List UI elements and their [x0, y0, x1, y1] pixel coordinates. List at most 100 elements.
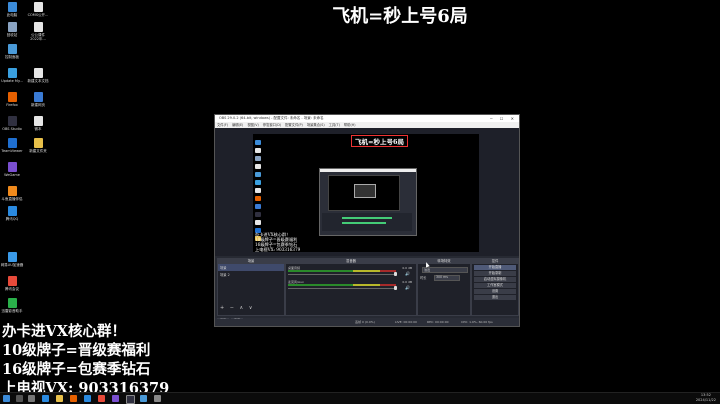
scene-toolbar[interactable]: + − ∧ ∨: [220, 305, 254, 311]
menu-item[interactable]: 文件(F): [217, 123, 228, 127]
app-icon[interactable]: [140, 395, 147, 402]
desktop-icon[interactable]: 腾讯QQ: [0, 206, 24, 221]
volume-slider[interactable]: [288, 274, 396, 275]
desktop-icon-label: TeamViewer: [1, 149, 23, 153]
status-dropped: 丢帧 0 (0.0%): [355, 320, 375, 324]
search-icon[interactable]: [16, 395, 23, 402]
desktop-icon-label: 斗鱼直播伴侣: [1, 197, 23, 201]
desktop-icon[interactable]: COMS公开...: [26, 2, 50, 17]
edge-icon[interactable]: [42, 395, 49, 402]
desktop-icon-label: 新建文本文档: [27, 79, 49, 83]
scene-item[interactable]: 场景: [218, 264, 284, 271]
control-button[interactable]: 退出: [474, 295, 516, 300]
obs-titlebar[interactable]: OBS 29.0.2 (64-bit, windows) - 配置文件: 未命名…: [215, 115, 519, 122]
wegame-icon[interactable]: [112, 395, 119, 402]
menu-item[interactable]: 工具(T): [329, 123, 340, 127]
obs-window-title: OBS 29.0.2 (64-bit, windows) - 配置文件: 未命名…: [219, 116, 324, 120]
preview-icon: [255, 204, 261, 209]
desktop-icon[interactable]: 新建文件夹: [26, 138, 50, 153]
volume-slider-knob[interactable]: [394, 272, 397, 276]
explorer-icon[interactable]: [56, 395, 63, 402]
promo-line: 办卡进VX核心群！: [2, 323, 126, 340]
scene-item[interactable]: 场景 2: [218, 271, 284, 278]
duration-label: 时长: [420, 276, 427, 280]
volume-slider-knob[interactable]: [394, 286, 397, 290]
mixer-dock-header: 混音器: [286, 259, 416, 264]
volume-slider[interactable]: [288, 288, 396, 289]
preview-promo-line: 上电视VX: 903316379: [255, 247, 301, 252]
desktop-icon[interactable]: TeamViewer: [0, 138, 24, 153]
speaker-icon[interactable]: 🔊: [405, 271, 410, 276]
desktop-icon[interactable]: 回收站: [0, 22, 24, 37]
desktop-icon[interactable]: 控制面板: [0, 44, 24, 59]
preview-icon: [255, 140, 261, 145]
desktop-icon-label: OBS Studio: [2, 127, 22, 131]
transition-duration-row[interactable]: 时长 300 ms: [420, 275, 468, 281]
menu-item[interactable]: 帮助(H): [344, 123, 356, 127]
nested-preview: [328, 175, 400, 211]
menu-item[interactable]: 视图(V): [247, 123, 258, 127]
start-icon[interactable]: [3, 395, 10, 402]
app-icon[interactable]: [98, 395, 105, 402]
preview-icon: [255, 196, 261, 201]
control-button[interactable]: 开始录制: [474, 271, 516, 276]
desktop-icon-image: [7, 206, 17, 216]
desktop-icon-image: [33, 116, 43, 126]
mixer-channel-db: 0.0 dB: [402, 280, 412, 284]
controls-dock: 控件 开始直播 开始录制 启动虚拟摄像机 工作室模式 设置 退出: [471, 258, 519, 316]
obs-window[interactable]: OBS 29.0.2 (64-bit, windows) - 配置文件: 未命名…: [214, 114, 520, 327]
window-controls[interactable]: ─ ☐ ✕: [490, 115, 517, 122]
desktop-icon-image: [7, 276, 17, 286]
qq-icon[interactable]: [84, 395, 91, 402]
menu-item[interactable]: 编辑(E): [232, 123, 243, 127]
desktop-icon-image: [33, 2, 43, 12]
desktop-icon-image: [7, 298, 17, 308]
desktop-icon[interactable]: 斗鱼直播伴侣: [0, 186, 24, 201]
desktop-icon[interactable]: WeGame: [0, 162, 24, 177]
obs-preview[interactable]: 飞机=秒上号6局 办卡进VX核心群！ 10级牌子=晋级赛福利 16级牌子=包赛季钻石…: [253, 134, 479, 252]
desktop-icon[interactable]: 新建文本文档: [26, 68, 50, 83]
menu-item[interactable]: 配置文件(P): [285, 123, 303, 127]
firefox-icon[interactable]: [70, 395, 77, 402]
preview-title: 飞机=秒上号6局: [351, 135, 408, 147]
desktop-icon-image: [7, 252, 17, 262]
control-button[interactable]: 启动虚拟摄像机: [474, 277, 516, 282]
desktop-icon-label: 迅雷影音助手: [1, 309, 23, 313]
app-icon[interactable]: [154, 395, 161, 402]
desktop-icon[interactable]: 公公课件 2022年...: [26, 22, 50, 41]
transition-type-row[interactable]: 淡出: [420, 267, 468, 273]
scenes-dock: 场景 场景 场景 2 + − ∧ ∨: [217, 258, 285, 316]
desktop-icon[interactable]: 网易UU加速器: [0, 252, 24, 267]
desktop-icon-label: 公公课件 2022年...: [30, 33, 46, 41]
control-button[interactable]: 工作室模式: [474, 283, 516, 288]
speaker-icon[interactable]: 🔊: [405, 285, 410, 290]
desktop-icon[interactable]: 此电脑: [0, 2, 24, 17]
menu-item[interactable]: 场景集合(S): [307, 123, 325, 127]
desktop-icon[interactable]: 微本: [26, 116, 50, 131]
desktop-icon[interactable]: 迅雷影音助手: [0, 298, 24, 313]
desktop-icon[interactable]: OBS Studio: [0, 116, 24, 131]
nested-meter: [342, 217, 392, 219]
taskview-icon[interactable]: [28, 395, 35, 402]
desktop-icon-image: [7, 186, 17, 196]
desktop-icon[interactable]: 新建网页: [26, 92, 50, 107]
preview-icon: [255, 220, 261, 225]
mixer-dock: 混音器 桌面音频 0.0 dB 🔊 麦克风/Aux 0.0 dB 🔊: [285, 258, 417, 316]
menu-item[interactable]: 停靠窗口(D): [263, 123, 281, 127]
desktop-icon-image: [33, 92, 43, 102]
status-cpu: CPU: 1.9%, 60.00 fps: [461, 320, 493, 324]
control-button[interactable]: 设置: [474, 289, 516, 294]
nested-inner-window: [354, 184, 376, 198]
transition-type: 淡出: [424, 268, 431, 272]
nested-docks: [322, 213, 412, 231]
desktop-icon-image: [7, 116, 17, 126]
desktop-icon[interactable]: 腾讯会议: [0, 276, 24, 291]
obs-icon[interactable]: [126, 395, 135, 404]
control-button[interactable]: 开始直播: [474, 265, 516, 270]
desktop-icon[interactable]: Update My...: [0, 68, 24, 83]
taskbar-clock[interactable]: 13:52 2024/11/22: [696, 393, 716, 403]
nested-titlebar: [320, 169, 416, 172]
desktop-icon[interactable]: Firefox: [0, 92, 24, 107]
desktop-icon-label: 新建网页: [31, 103, 45, 107]
desktop-icon-label: Update My...: [1, 79, 23, 83]
